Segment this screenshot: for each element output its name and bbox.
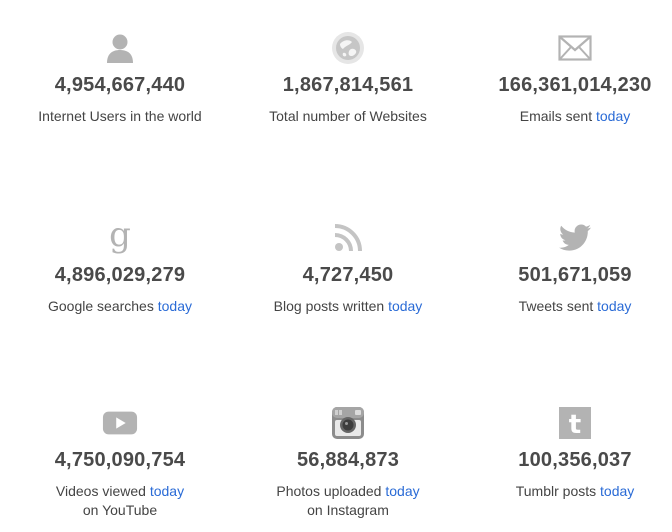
stat-count: 4,954,667,440	[54, 74, 186, 96]
globe-icon	[330, 30, 366, 66]
stat-label-text: Tumblr posts	[515, 483, 601, 499]
instagram-icon	[330, 405, 366, 441]
stat-label-text: Blog posts written	[273, 298, 389, 314]
today-link[interactable]: today	[597, 298, 631, 314]
envelope-icon	[557, 30, 593, 66]
stat-label: Tweets sent today	[463, 297, 672, 316]
stat-label: Total number of Websites	[236, 107, 460, 126]
stat-count: 4,750,090,754	[54, 449, 186, 471]
user-icon	[102, 30, 138, 66]
today-link[interactable]: today	[158, 298, 192, 314]
stat-label-text: Videos viewed	[55, 483, 150, 499]
stat-count: 501,671,059	[518, 264, 632, 286]
stat-label: Photos uploaded today on Instagram	[236, 482, 460, 520]
stat-label: Tumblr posts today	[463, 482, 672, 501]
stat-label-text: Tweets sent	[518, 298, 598, 314]
twitter-icon	[557, 220, 593, 256]
stat-count: 4,727,450	[302, 264, 394, 286]
stat-count: 4,896,029,279	[54, 264, 186, 286]
stat-label-text: Internet Users in the world	[38, 108, 202, 124]
today-link[interactable]: today	[596, 108, 630, 124]
svg-text:t: t	[569, 410, 581, 439]
stat-label: Videos viewed today on YouTube	[8, 482, 232, 520]
stat-count: 166,361,014,230	[498, 74, 652, 96]
stat-label-second-line: on Instagram	[307, 502, 389, 518]
stat-label-second-line: on YouTube	[82, 502, 158, 518]
today-link[interactable]: today	[385, 483, 419, 499]
stat-label: Google searches today	[8, 297, 232, 316]
stat-label: Emails sent today	[463, 107, 672, 126]
youtube-icon	[102, 405, 138, 441]
stat-count: 56,884,873	[296, 449, 400, 471]
stat-label-text: Total number of Websites	[269, 108, 427, 124]
tumblr-icon: t	[557, 405, 593, 441]
today-link[interactable]: today	[600, 483, 634, 499]
stat-label-text: Google searches	[48, 298, 158, 314]
stat-label-text: Photos uploaded	[276, 483, 386, 499]
google-icon: g	[109, 215, 131, 255]
stat-count: 100,356,037	[518, 449, 632, 471]
stat-label: Blog posts written today	[236, 297, 460, 316]
rss-icon	[330, 220, 366, 256]
stat-label: Internet Users in the world	[8, 107, 232, 126]
today-link[interactable]: today	[150, 483, 184, 499]
stats-grid: 4,954,667,440 Internet Users in the worl…	[0, 0, 672, 532]
stat-label-text: Emails sent	[519, 108, 596, 124]
today-link[interactable]: today	[388, 298, 422, 314]
stat-count: 1,867,814,561	[282, 74, 414, 96]
